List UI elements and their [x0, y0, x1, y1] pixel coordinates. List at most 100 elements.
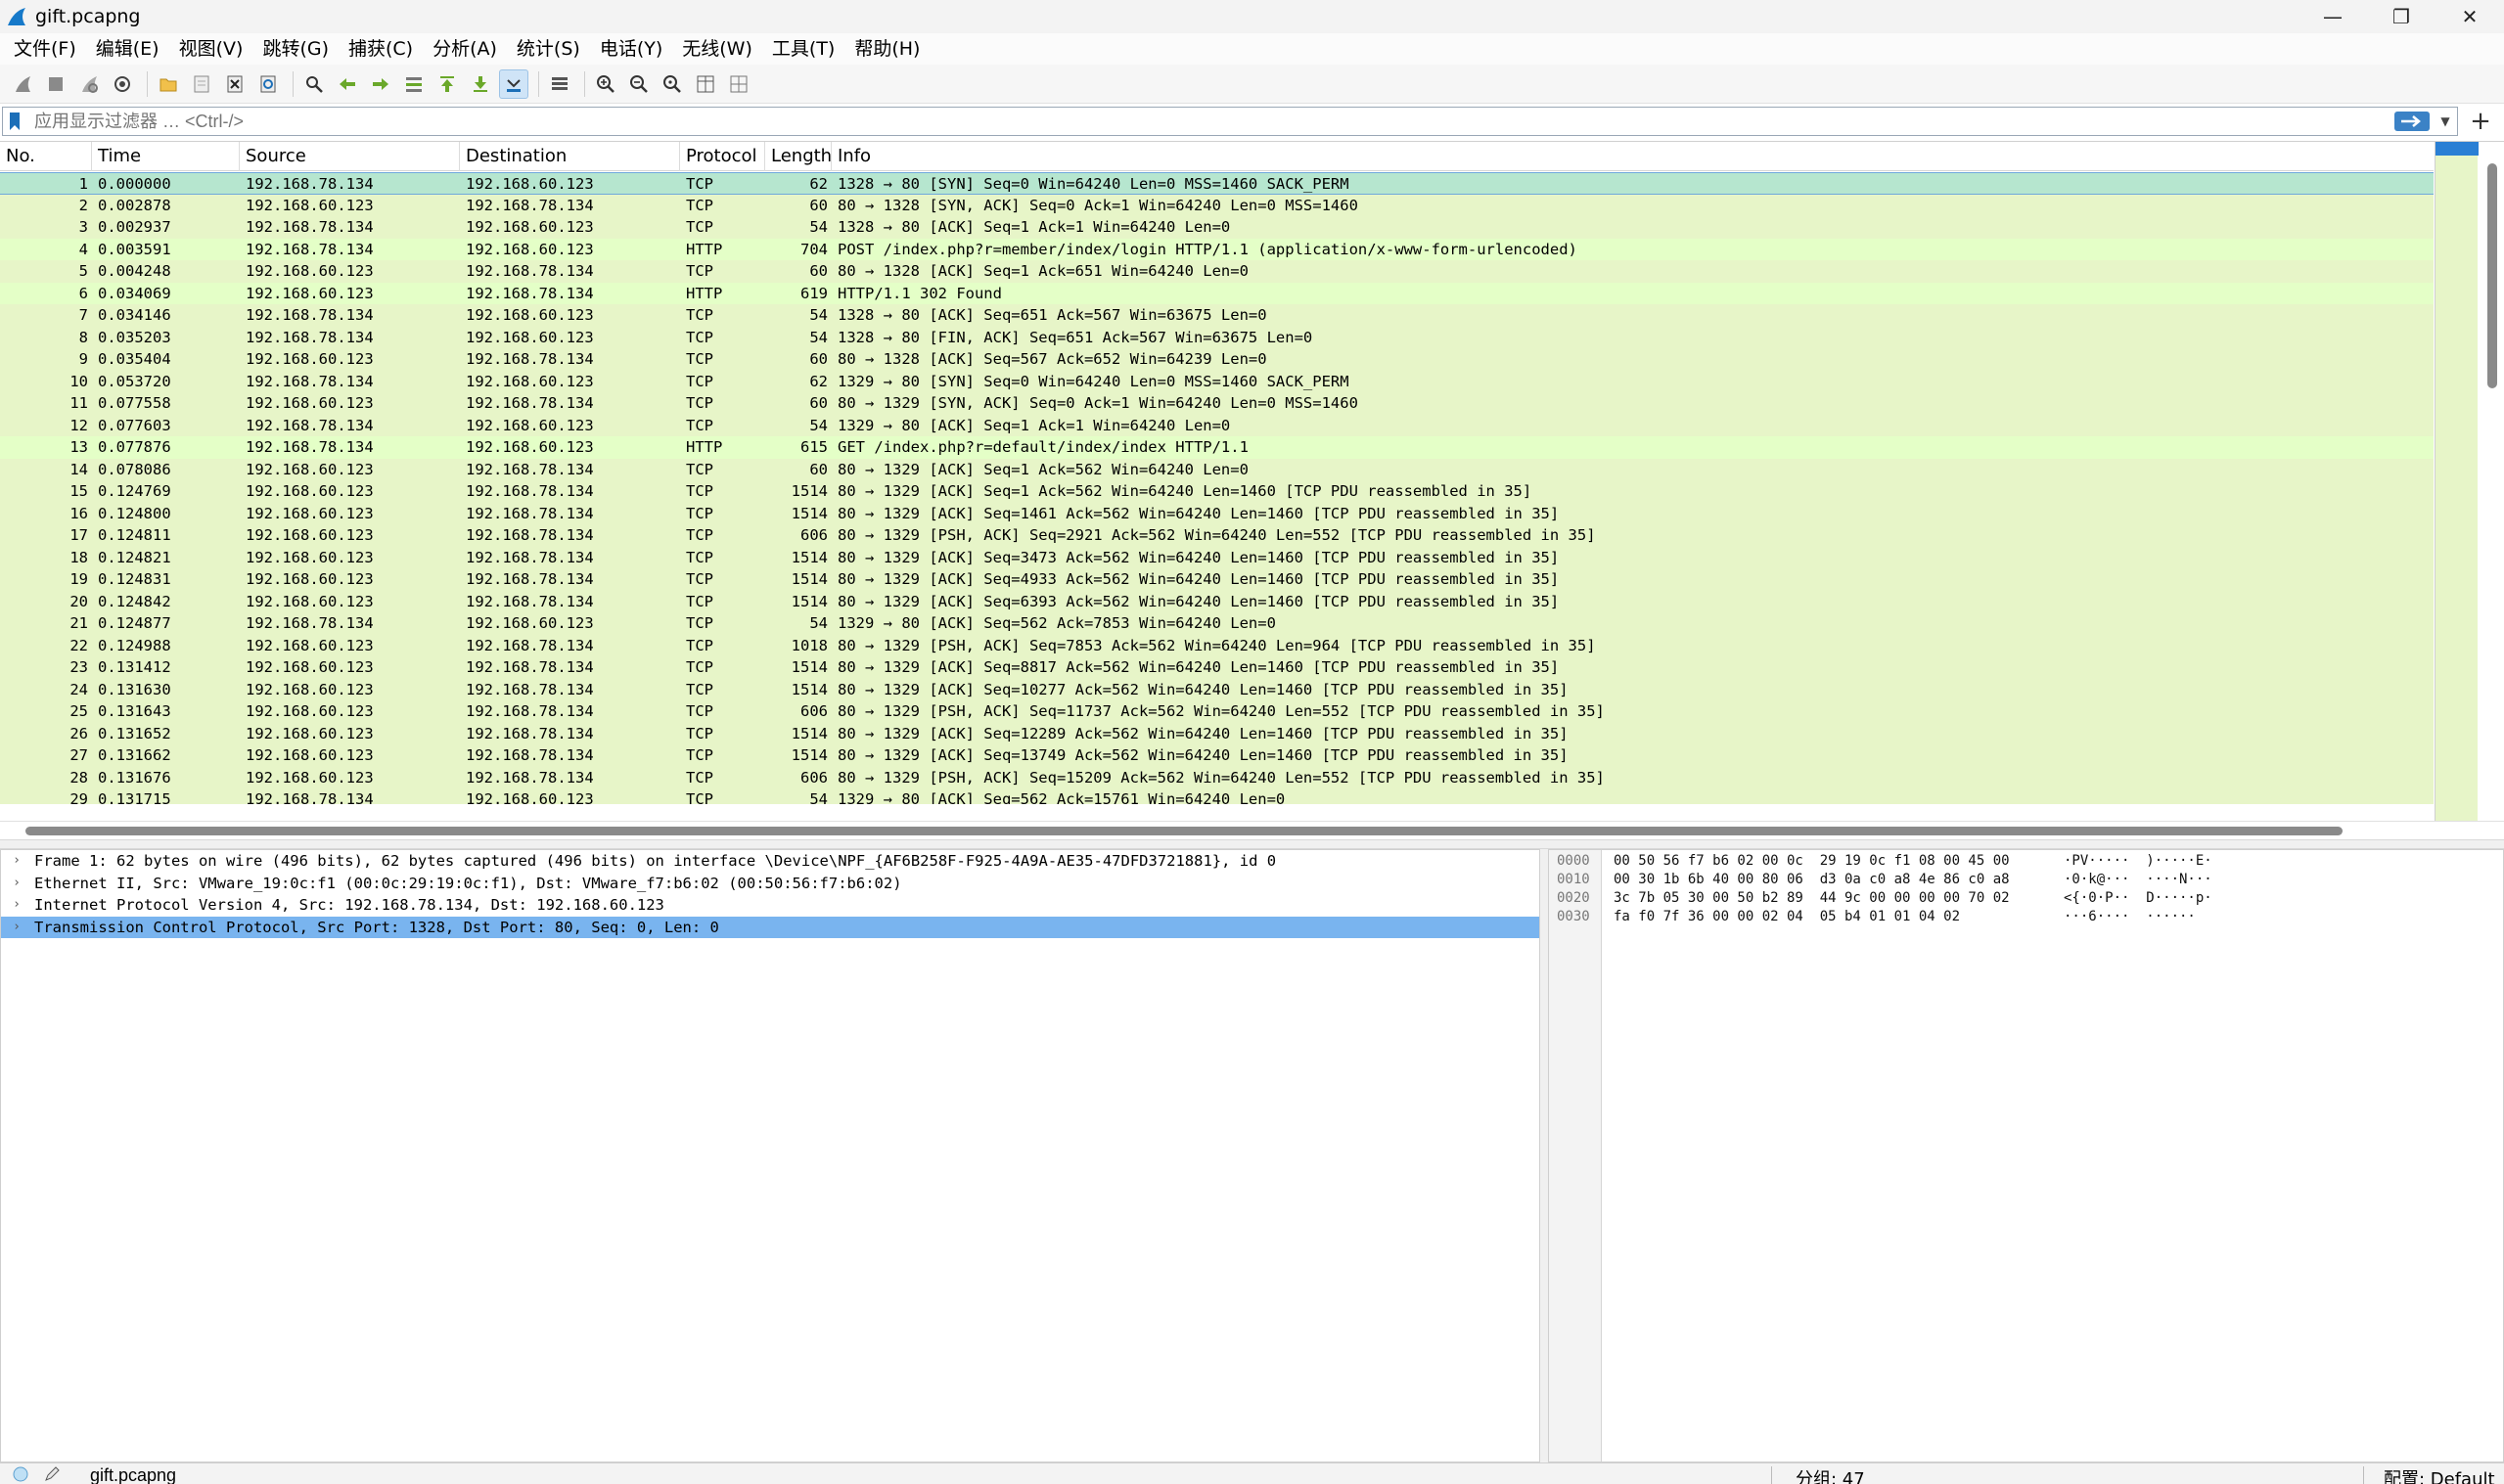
detail-tree-item[interactable]: › Ethernet II, Src: VMware_19:0c:f1 (00:0… — [1, 873, 1539, 895]
packet-minimap[interactable] — [2435, 142, 2479, 821]
bytes-hex[interactable]: 00 50 56 f7 b6 02 00 0c 29 19 0c f1 08 0… — [1614, 852, 2010, 871]
packet-row[interactable]: 7 0.034146 192.168.78.134 192.168.60.123 TCP… — [0, 304, 2434, 327]
apply-filter-arrow-icon[interactable] — [2392, 111, 2432, 132]
menu-help[interactable]: 帮助(H) — [844, 33, 930, 65]
restore-button[interactable]: ❐ — [2367, 0, 2436, 33]
packet-row[interactable]: 1 0.000000 192.168.78.134 192.168.60.123 TCP… — [0, 172, 2434, 195]
go-back-icon[interactable] — [333, 69, 362, 99]
stop-capture-icon[interactable] — [41, 69, 70, 99]
menu-view[interactable]: 视图(V) — [169, 33, 253, 65]
packet-row[interactable]: 23 0.131412 192.168.60.123 192.168.78.134 TC… — [0, 656, 2434, 679]
menu-analyze[interactable]: 分析(A) — [423, 33, 507, 65]
packet-row[interactable]: 21 0.124877 192.168.78.134 192.168.60.123 TC… — [0, 612, 2434, 635]
packet-row[interactable]: 9 0.035404 192.168.60.123 192.168.78.134 TCP… — [0, 348, 2434, 371]
packet-row[interactable]: 20 0.124842 192.168.60.123 192.168.78.134 TC… — [0, 590, 2434, 612]
packet-row[interactable]: 10 0.053720 192.168.78.134 192.168.60.123 TC… — [0, 370, 2434, 392]
horizontal-scroll-thumb[interactable] — [25, 827, 2343, 835]
packet-row[interactable]: 24 0.131630 192.168.60.123 192.168.78.134 TC… — [0, 678, 2434, 700]
go-to-packet-icon[interactable] — [399, 69, 429, 99]
packet-list-horizontal-scrollbar[interactable] — [0, 821, 2504, 840]
zoom-normal-icon[interactable] — [658, 69, 687, 99]
filter-history-chevron-down-icon[interactable]: ▼ — [2434, 109, 2457, 134]
filter-bookmark-icon[interactable] — [3, 108, 26, 135]
column-header-info[interactable]: Info — [832, 142, 2434, 171]
packet-list-vertical-scrollbar[interactable] — [2435, 142, 2504, 821]
auto-scroll-icon[interactable] — [499, 68, 528, 99]
capture-comment-pencil-icon[interactable] — [41, 1463, 63, 1484]
column-header-protocol[interactable]: Protocol — [680, 142, 765, 171]
bytes-hex[interactable]: 00 30 1b 6b 40 00 80 06 d3 0a c0 a8 4e 8… — [1614, 871, 2010, 889]
column-header-no[interactable]: No. — [0, 142, 92, 171]
open-file-icon[interactable] — [154, 69, 183, 99]
menu-telephony[interactable]: 电话(Y) — [590, 33, 672, 65]
menu-go[interactable]: 跳转(G) — [252, 33, 339, 65]
status-profile[interactable]: 配置: Default — [2384, 1465, 2495, 1484]
detail-tree-item[interactable]: › Transmission Control Protocol, Src Port… — [1, 916, 1539, 939]
menu-statistics[interactable]: 统计(S) — [507, 33, 590, 65]
bytes-ascii[interactable]: ···6···· ······ — [2064, 908, 2196, 926]
menu-tools[interactable]: 工具(T) — [762, 33, 844, 65]
colorize-icon[interactable] — [545, 69, 574, 99]
first-packet-icon[interactable] — [433, 69, 462, 99]
bytes-ascii[interactable]: <{·0·P·· D·····p· — [2064, 889, 2212, 908]
packet-row[interactable]: 6 0.034069 192.168.60.123 192.168.78.134 HTT… — [0, 282, 2434, 304]
last-packet-icon[interactable] — [466, 69, 495, 99]
start-capture-icon[interactable] — [8, 69, 37, 99]
packet-row[interactable]: 18 0.124821 192.168.60.123 192.168.78.134 TC… — [0, 546, 2434, 568]
expand-chevron-right-icon[interactable]: › — [1, 850, 32, 873]
pane-splitter[interactable] — [0, 839, 2504, 849]
packet-row[interactable]: 26 0.131652 192.168.60.123 192.168.78.134 TC… — [0, 722, 2434, 744]
zoom-in-icon[interactable] — [591, 69, 620, 99]
go-forward-icon[interactable] — [366, 69, 395, 99]
minimize-button[interactable]: — — [2299, 0, 2367, 33]
column-header-time[interactable]: Time — [92, 142, 240, 171]
expand-chevron-right-icon[interactable]: › — [1, 894, 32, 917]
packet-row[interactable]: 17 0.124811 192.168.60.123 192.168.78.134 TC… — [0, 524, 2434, 547]
save-file-icon[interactable] — [187, 69, 216, 99]
expert-info-icon[interactable] — [10, 1463, 31, 1484]
close-button[interactable]: ✕ — [2436, 0, 2504, 33]
packet-row[interactable]: 22 0.124988 192.168.60.123 192.168.78.134 TC… — [0, 634, 2434, 656]
reload-file-icon[interactable] — [253, 69, 283, 99]
packet-row[interactable]: 25 0.131643 192.168.60.123 192.168.78.134 TC… — [0, 700, 2434, 723]
vertical-scroll-thumb[interactable] — [2487, 163, 2497, 388]
packet-row[interactable]: 29 0.131715 192.168.78.134 192.168.60.123 TC… — [0, 788, 2434, 804]
display-filter-input[interactable] — [26, 109, 2392, 134]
expand-chevron-right-icon[interactable]: › — [1, 917, 32, 939]
packet-row[interactable]: 16 0.124800 192.168.60.123 192.168.78.134 TC… — [0, 502, 2434, 524]
column-header-source[interactable]: Source — [240, 142, 460, 171]
restart-capture-icon[interactable] — [74, 69, 104, 99]
bytes-ascii[interactable]: ·PV····· )·····E· — [2064, 852, 2212, 871]
expand-chevron-right-icon[interactable]: › — [1, 873, 32, 895]
bytes-ascii[interactable]: ·0·k@··· ····N··· — [2064, 871, 2212, 889]
detail-tree-item[interactable]: › Frame 1: 62 bytes on wire (496 bits), 6… — [1, 850, 1539, 873]
find-packet-icon[interactable] — [299, 69, 329, 99]
menu-capture[interactable]: 捕获(C) — [339, 33, 423, 65]
packet-row[interactable]: 5 0.004248 192.168.60.123 192.168.78.134 TCP… — [0, 260, 2434, 283]
packet-row[interactable]: 27 0.131662 192.168.60.123 192.168.78.134 TC… — [0, 744, 2434, 767]
bytes-hex[interactable]: 3c 7b 05 30 00 50 b2 89 44 9c 00 00 00 0… — [1614, 889, 2010, 908]
capture-options-icon[interactable] — [108, 69, 137, 99]
bytes-hex[interactable]: fa f0 7f 36 00 00 02 04 05 b4 01 01 04 0… — [1614, 908, 1960, 926]
packet-row[interactable]: 19 0.124831 192.168.60.123 192.168.78.134 TC… — [0, 568, 2434, 591]
menu-file[interactable]: 文件(F) — [4, 33, 86, 65]
menu-wireless[interactable]: 无线(W) — [672, 33, 762, 65]
packet-row[interactable]: 3 0.002937 192.168.78.134 192.168.60.123 TCP… — [0, 216, 2434, 239]
column-header-length[interactable]: Length — [765, 142, 832, 171]
menu-edit[interactable]: 编辑(E) — [86, 33, 169, 65]
packet-row[interactable]: 12 0.077603 192.168.78.134 192.168.60.123 TC… — [0, 414, 2434, 436]
packet-row[interactable]: 4 0.003591 192.168.78.134 192.168.60.123 HTT… — [0, 238, 2434, 260]
packet-row[interactable]: 28 0.131676 192.168.60.123 192.168.78.134 TC… — [0, 766, 2434, 788]
add-filter-button[interactable]: + — [2464, 107, 2497, 136]
resize-columns-icon[interactable] — [691, 69, 720, 99]
column-header-destination[interactable]: Destination — [460, 142, 680, 171]
packet-row[interactable]: 14 0.078086 192.168.60.123 192.168.78.134 TC… — [0, 458, 2434, 480]
packet-row[interactable]: 13 0.077876 192.168.78.134 192.168.60.123 HT… — [0, 436, 2434, 459]
pane-splitter-vertical[interactable] — [1540, 849, 1548, 1462]
zoom-out-icon[interactable] — [624, 69, 654, 99]
packet-row[interactable]: 8 0.035203 192.168.78.134 192.168.60.123 TCP… — [0, 326, 2434, 348]
layout-icon[interactable] — [724, 69, 753, 99]
close-file-icon[interactable] — [220, 69, 250, 99]
detail-tree-item[interactable]: › Internet Protocol Version 4, Src: 192.1… — [1, 894, 1539, 917]
packet-row[interactable]: 2 0.002878 192.168.60.123 192.168.78.134 TCP… — [0, 194, 2434, 216]
